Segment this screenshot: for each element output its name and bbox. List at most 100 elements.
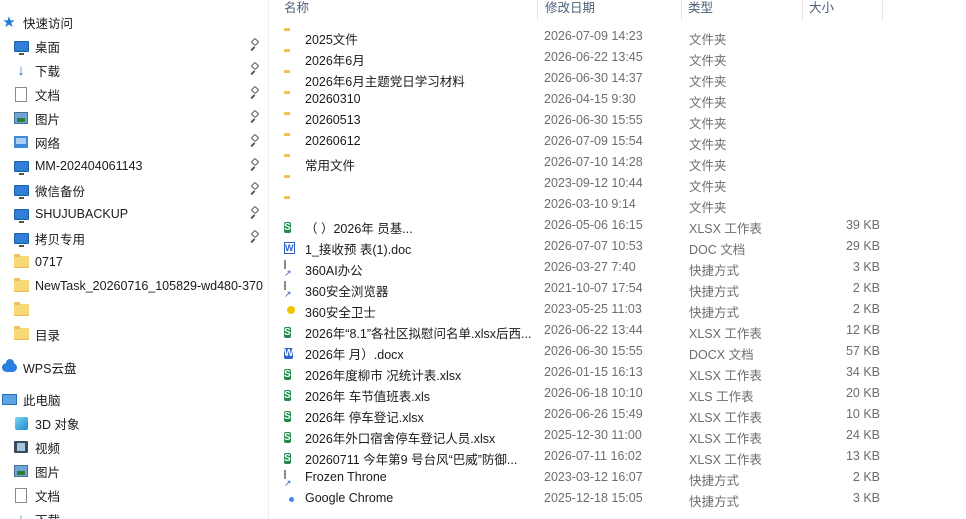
file-row[interactable]: 20260513 2026-06-30 15:55 文件夹 — [280, 111, 880, 132]
file-row[interactable]: Google Chrome 2025-12-18 15:05 快捷方式 3 KB — [280, 489, 880, 510]
pc-item[interactable]: ↓ 下载 — [12, 508, 60, 519]
file-row[interactable]: 20260612 2026-07-09 15:54 文件夹 — [280, 132, 880, 153]
file-row[interactable]: 360安全浏览器 2021-10-07 17:54 快捷方式 2 KB — [280, 279, 880, 300]
file-row[interactable]: S 2026年外口宿舍停车登记人员.xlsx 2025-12-30 11:00 XLS… — [280, 426, 880, 447]
file-date: 2026-06-30 14:37 — [544, 71, 643, 85]
file-size: 34 KB — [845, 365, 880, 379]
nav-wps-cloud[interactable]: WPS云盘 — [0, 356, 76, 378]
file-row[interactable]: W 2026年 月）.docx 2026-06-30 15:55 DOCX 文档 57 … — [280, 342, 880, 363]
nav-item-label: NewTask_20260716_105829-wd480-370 — [35, 279, 263, 293]
pin-icon[interactable] — [250, 63, 262, 77]
pictures-icon — [12, 110, 30, 126]
file-type: 文件夹 — [689, 159, 727, 173]
file-name: 20260711 今年第9 号台风“巴威”防御... — [305, 453, 518, 467]
nav-item[interactable]: SHUJUBACKUP — [12, 203, 128, 225]
pin-icon[interactable] — [250, 159, 262, 173]
nav-this-pc-label: 此电脑 — [23, 393, 61, 408]
file-type: 文件夹 — [689, 201, 727, 215]
pc-item[interactable]: 图片 — [12, 460, 60, 482]
file-row[interactable]: S （ ）2026年 员基... 2026-05-06 16:15 XLSX 工作表 3… — [280, 216, 880, 237]
nav-item[interactable]: 0717 — [12, 251, 63, 273]
column-separator[interactable] — [802, 0, 803, 20]
nav-item[interactable]: 目录 — [12, 323, 60, 345]
file-date: 2026-03-10 9:14 — [544, 197, 636, 211]
nav-item[interactable] — [12, 299, 35, 321]
column-date[interactable]: 修改日期 — [545, 0, 595, 20]
pin-icon[interactable] — [250, 135, 262, 149]
column-type[interactable]: 类型 — [688, 0, 713, 20]
nav-this-pc[interactable]: 此电脑 — [0, 388, 61, 410]
file-row[interactable]: 360AI办公 2026-03-27 7:40 快捷方式 3 KB — [280, 258, 880, 279]
nav-item[interactable]: 文档 — [12, 83, 60, 105]
file-row[interactable]: S 2026年 停车登记.xlsx 2026-06-26 15:49 XLSX 工作表… — [280, 405, 880, 426]
file-date: 2026-01-15 16:13 — [544, 365, 643, 379]
nav-item-label: 0717 — [35, 255, 63, 269]
file-row[interactable]: W 1_接收预 表(1).doc 2026-07-07 10:53 DOC 文档 29 … — [280, 237, 880, 258]
folder-icon — [284, 177, 300, 193]
file-row[interactable]: 2023-09-12 10:44 文件夹 — [280, 174, 880, 195]
nav-item[interactable]: NewTask_20260716_105829-wd480-370 — [12, 275, 263, 297]
file-row[interactable]: Frozen Throne 2023-03-12 16:07 快捷方式 2 KB — [280, 468, 880, 489]
nav-item[interactable]: 微信备份 — [12, 179, 85, 201]
file-row[interactable]: 20260310 2026-04-15 9:30 文件夹 — [280, 90, 880, 111]
nav-quick-access-label: 快速访问 — [23, 16, 74, 31]
xlsx-icon: S — [284, 327, 291, 338]
pin-icon[interactable] — [250, 207, 262, 221]
file-name: 2026年 车节值班表.xls — [305, 390, 431, 404]
file-date: 2026-06-22 13:44 — [544, 323, 643, 337]
folder-icon — [284, 51, 300, 67]
folder-icon — [12, 326, 30, 342]
column-size[interactable]: 大小 — [809, 0, 834, 20]
file-name: 2026年 停车登记.xlsx — [305, 411, 424, 425]
file-date: 2025-12-30 11:00 — [544, 428, 642, 442]
column-separator[interactable] — [537, 0, 538, 20]
column-separator[interactable] — [681, 0, 682, 20]
file-row[interactable]: 常用文件 2026-07-10 14:28 文件夹 — [280, 153, 880, 174]
file-date: 2026-06-22 13:45 — [544, 50, 643, 64]
file-type: XLSX 工作表 — [689, 327, 762, 341]
shortcut-icon — [284, 260, 300, 277]
file-type: XLS 工作表 — [689, 390, 754, 404]
file-row[interactable]: 2026年6月 2026-06-22 13:45 文件夹 — [280, 48, 880, 69]
nav-item[interactable]: MM-202404061143 — [12, 155, 142, 177]
nav-item[interactable]: 拷贝专用 — [12, 227, 85, 249]
file-name: 2026年6月 — [305, 54, 365, 68]
pin-icon[interactable] — [250, 87, 262, 101]
pc-item-label: 3D 对象 — [35, 417, 80, 432]
pc-item-label: 图片 — [35, 465, 61, 480]
pc-item[interactable]: 视频 — [12, 436, 60, 458]
nav-item[interactable]: ↓ 下载 — [12, 59, 60, 81]
pin-icon[interactable] — [250, 231, 262, 245]
file-row[interactable]: S 2026年“8.1”各社区拟慰问名单.xlsx后西... 2026-06-22 … — [280, 321, 880, 342]
pin-icon[interactable] — [250, 39, 262, 53]
pc-item[interactable]: 文档 — [12, 484, 60, 506]
nav-item[interactable]: 图片 — [12, 107, 60, 129]
pin-icon[interactable] — [250, 183, 262, 197]
file-name: 20260310 — [305, 92, 361, 106]
file-row[interactable]: 2026年6月主题党日学习材料 2026-06-30 14:37 文件夹 — [280, 69, 880, 90]
folder-icon — [284, 198, 300, 214]
file-row[interactable]: S 2026年度柳市 况统计表.xlsx 2026-01-15 16:13 XLSX … — [280, 363, 880, 384]
nav-item-label: MM-202404061143 — [35, 159, 143, 173]
pane-divider[interactable] — [268, 0, 269, 519]
column-name[interactable]: 名称 — [284, 0, 309, 20]
shortcut-icon — [284, 281, 300, 298]
file-row[interactable]: 360安全卫士 2023-05-25 11:03 快捷方式 2 KB — [280, 300, 880, 321]
navigation-pane: ★ 快速访问 桌面 ↓ 下载 文档 图片 网络 MM-202404061143 微信备份 SHU… — [0, 0, 266, 519]
file-row[interactable]: S 20260711 今年第9 号台风“巴威”防御... 2026-07-11 16… — [280, 447, 880, 468]
file-size: 24 KB — [845, 428, 880, 442]
file-row[interactable]: S 2026年 车节值班表.xls 2026-06-18 10:10 XLS 工作表 2… — [280, 384, 880, 405]
pin-icon[interactable] — [250, 111, 262, 125]
file-name: 1_接收预 表(1).doc — [305, 243, 412, 257]
nav-quick-access[interactable]: ★ 快速访问 — [0, 11, 73, 33]
column-separator[interactable] — [882, 0, 883, 20]
nav-item-label: 桌面 — [35, 40, 61, 55]
nav-item[interactable]: 桌面 — [12, 35, 60, 57]
file-row[interactable]: 2026-03-10 9:14 文件夹 — [280, 195, 880, 216]
file-name: 2026年度柳市 况统计表.xlsx — [305, 369, 462, 383]
folder-icon — [284, 72, 300, 88]
file-row[interactable]: 2025文件 2026-07-09 14:23 文件夹 — [280, 27, 880, 48]
pc-item[interactable]: 3D 对象 — [12, 412, 79, 434]
nav-item[interactable]: 网络 — [12, 131, 60, 153]
file-size: 57 KB — [845, 344, 880, 358]
